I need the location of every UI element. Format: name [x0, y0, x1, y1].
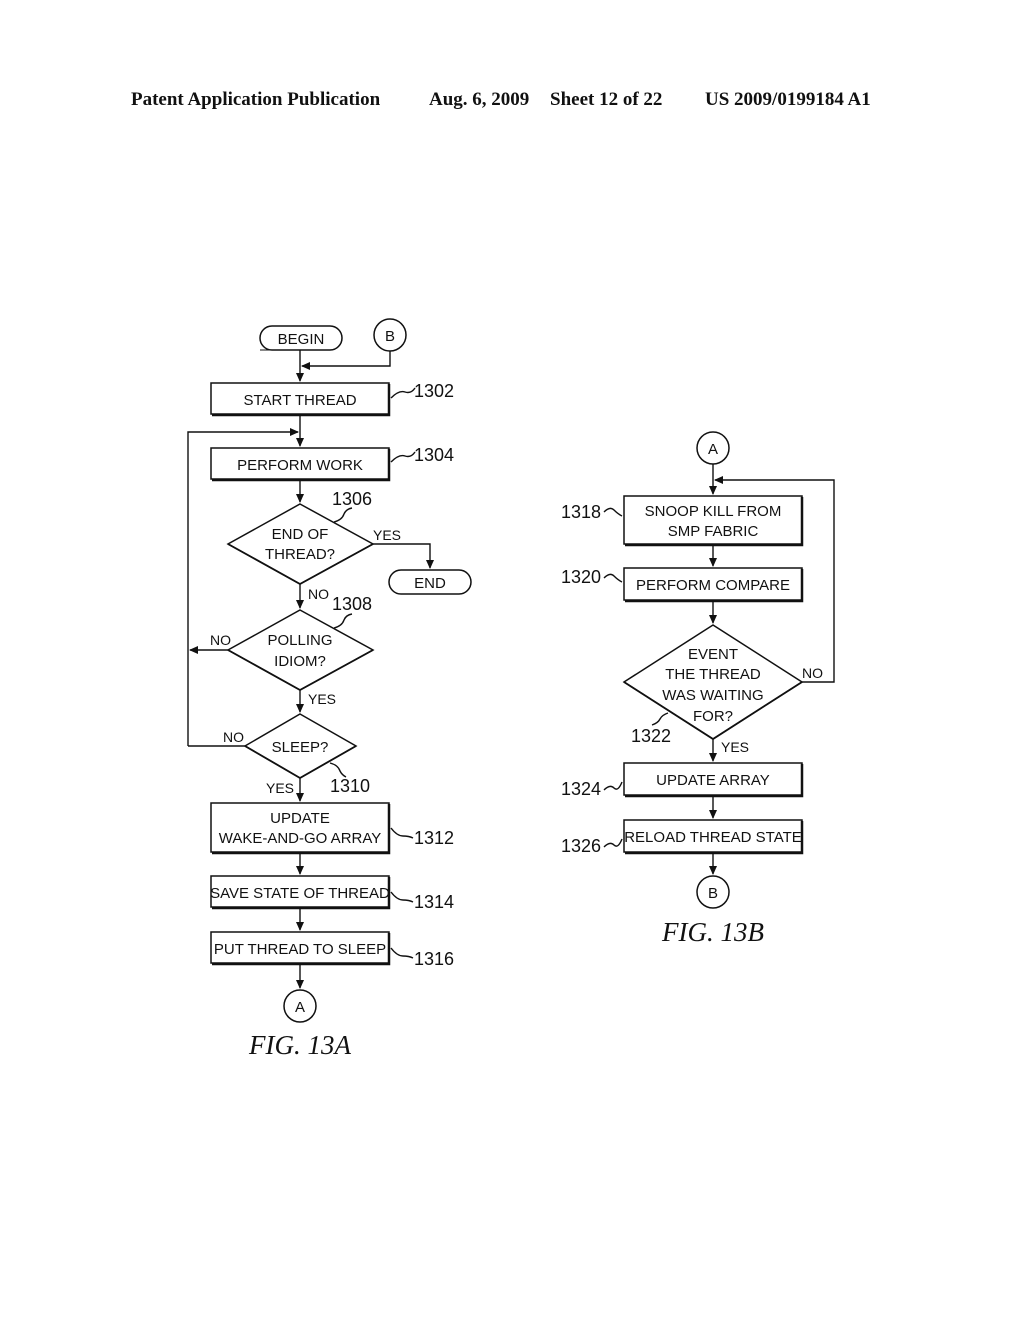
reload-thread-state-box: RELOAD THREAD STATE — [623, 819, 804, 855]
ref-1322: 1322 — [631, 726, 671, 746]
ref-leader-1318 — [603, 507, 623, 517]
connector-b-label: B — [385, 328, 395, 345]
connector-b-out: B — [696, 875, 730, 909]
begin-label: BEGIN — [278, 331, 325, 348]
start-thread-box: START THREAD — [210, 382, 391, 417]
ref-leader-1326 — [603, 838, 623, 848]
ref-1302: 1302 — [414, 381, 454, 401]
polling-idiom-decision: POLLING IDIOM? — [226, 609, 375, 692]
event-line1: EVENT — [688, 646, 738, 663]
end-of-thread-line1: END OF — [272, 526, 329, 543]
ref-leader-1304 — [390, 451, 416, 463]
snoop-kill-line2: SMP FABRIC — [668, 523, 759, 540]
begin-terminator: BEGIN — [259, 325, 343, 351]
ref-leader-1302 — [390, 387, 416, 399]
event-no-label: NO — [802, 665, 823, 681]
end-of-thread-no-label: NO — [308, 586, 329, 602]
connector-b-out-label: B — [708, 885, 718, 902]
event-line3: WAS WAITING — [662, 687, 763, 704]
polling-idiom-no-label: NO — [210, 632, 231, 648]
polling-idiom-line1: POLLING — [267, 632, 332, 649]
ref-leader-1306 — [333, 507, 353, 523]
sleep-no-label: NO — [223, 729, 244, 745]
ref-1314: 1314 — [414, 892, 454, 912]
ref-leader-1310 — [329, 762, 347, 778]
ref-1304: 1304 — [414, 445, 454, 465]
ref-1324: 1324 — [561, 779, 601, 799]
fig-13a-caption: FIG. 13A — [248, 1030, 351, 1060]
event-line2: THE THREAD — [665, 666, 761, 683]
end-terminator: END — [388, 569, 472, 595]
save-state-box: SAVE STATE OF THREAD — [210, 875, 391, 910]
ref-leader-1324 — [603, 781, 623, 791]
end-of-thread-decision: END OF THREAD? — [226, 503, 375, 586]
ref-1320: 1320 — [561, 567, 601, 587]
event-decision: EVENT THE THREAD WAS WAITING FOR? — [622, 624, 804, 741]
event-line4: FOR? — [693, 708, 733, 725]
reload-state-label: RELOAD THREAD STATE — [624, 829, 802, 846]
ref-1316: 1316 — [414, 949, 454, 969]
polling-idiom-line2: IDIOM? — [274, 653, 326, 670]
snoop-kill-box: SNOOP KILL FROM SMP FABRIC — [623, 495, 804, 547]
start-thread-label: START THREAD — [243, 392, 356, 409]
update-wake-line2: WAKE-AND-GO ARRAY — [219, 830, 382, 847]
save-state-label: SAVE STATE OF THREAD — [210, 885, 390, 902]
connector-a-label: A — [295, 999, 305, 1016]
connector-a-in-label: A — [708, 441, 718, 458]
ref-leader-1320 — [603, 573, 623, 583]
ref-1312: 1312 — [414, 828, 454, 848]
perform-compare-label: PERFORM COMPARE — [636, 577, 790, 594]
ref-1310: 1310 — [330, 776, 370, 796]
ref-leader-1322 — [651, 712, 669, 726]
ref-leader-1308 — [333, 613, 353, 629]
ref-1306: 1306 — [332, 489, 372, 509]
put-thread-sleep-box: PUT THREAD TO SLEEP — [210, 931, 391, 966]
connector-a-in: A — [696, 431, 730, 465]
flowchart-canvas: BEGIN B START THREAD 1302 PERFORM WORK 1… — [187, 318, 835, 1060]
ref-1308: 1308 — [332, 594, 372, 614]
connector-b-in: B — [373, 318, 407, 352]
end-of-thread-yes-label: YES — [373, 527, 401, 543]
end-label: END — [414, 575, 446, 592]
snoop-kill-line1: SNOOP KILL FROM — [645, 503, 782, 520]
arrow-to-end — [373, 543, 434, 569]
update-wake-line1: UPDATE — [270, 810, 330, 827]
connector-a-out: A — [283, 989, 317, 1023]
event-yes-label: YES — [721, 739, 749, 755]
perform-work-box: PERFORM WORK — [210, 447, 391, 482]
sleep-label: SLEEP? — [272, 739, 329, 756]
fig-13b: A SNOOP KILL FROM SMP FABRIC 1318 PERFOR… — [561, 431, 835, 947]
fig-13b-caption: FIG. 13B — [661, 917, 764, 947]
ref-1326: 1326 — [561, 836, 601, 856]
sleep-yes-label: YES — [266, 780, 294, 796]
put-sleep-label: PUT THREAD TO SLEEP — [214, 941, 386, 958]
perform-compare-box: PERFORM COMPARE — [623, 567, 804, 603]
update-wake-and-go-box: UPDATE WAKE-AND-GO ARRAY — [210, 802, 391, 855]
ref-leader-1316 — [390, 947, 414, 959]
update-array-box: UPDATE ARRAY — [623, 762, 804, 798]
fig-13a: BEGIN B START THREAD 1302 PERFORM WORK 1… — [187, 318, 472, 1060]
ref-leader-1312 — [390, 827, 414, 839]
polling-idiom-yes-label: YES — [308, 691, 336, 707]
ref-leader-1314 — [390, 891, 414, 903]
ref-1318: 1318 — [561, 502, 601, 522]
update-array-label: UPDATE ARRAY — [656, 772, 770, 789]
end-of-thread-line2: THREAD? — [265, 546, 335, 563]
connector-b-arrow — [301, 351, 391, 370]
perform-work-label: PERFORM WORK — [237, 457, 363, 474]
